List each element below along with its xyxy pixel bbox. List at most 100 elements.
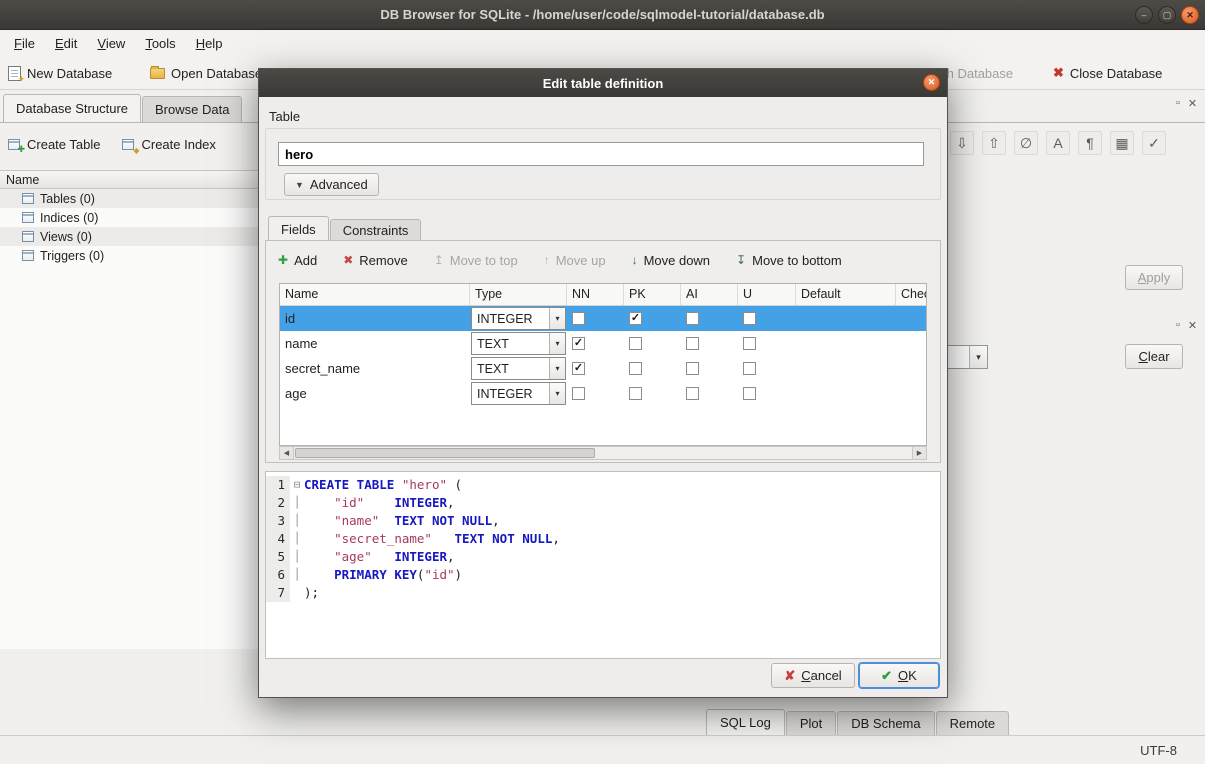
tab-browse-data[interactable]: Browse Data <box>142 96 242 122</box>
table-name-input[interactable] <box>278 142 924 166</box>
tree-header-label: Name <box>6 173 39 187</box>
new-database-label: New Database <box>27 66 112 81</box>
create-index-label: Create Index <box>141 137 215 152</box>
new-database-button[interactable]: New Database <box>8 61 112 85</box>
fold-marker-icon: │ <box>290 512 304 530</box>
bottom-tab-bar: SQL LogPlotDB SchemaRemote <box>0 708 1205 735</box>
dialog-tab-constraints[interactable]: Constraints <box>330 219 422 241</box>
fold-marker-icon: │ <box>290 494 304 512</box>
scroll-left-icon[interactable]: ◀ <box>280 447 294 459</box>
move-to-top-button: ↥Move to top <box>434 253 518 268</box>
column-header-name[interactable]: Name <box>280 284 470 305</box>
open-database-button[interactable]: Open Database <box>150 61 262 85</box>
tab-sql-log[interactable]: SQL Log <box>706 709 785 735</box>
encoding-indicator[interactable]: UTF-8 <box>1140 743 1177 758</box>
scroll-right-icon[interactable]: ▶ <box>912 447 926 459</box>
remove-icon: ✖ <box>343 254 353 266</box>
pk-checkbox[interactable] <box>629 337 642 350</box>
type-value: TEXT <box>477 362 509 376</box>
menu-help[interactable]: Help <box>186 33 233 54</box>
dock-float-icon[interactable]: ▫ <box>1176 319 1180 332</box>
field-row[interactable]: ageINTEGER▾ <box>280 381 926 406</box>
column-header-u[interactable]: U <box>738 284 796 305</box>
add-button[interactable]: ✚Add <box>278 253 317 268</box>
apply-button[interactable]: Apply <box>1125 265 1183 290</box>
create-index-icon <box>122 139 134 150</box>
tab-db-schema[interactable]: DB Schema <box>837 711 934 735</box>
field-row[interactable]: idINTEGER▾✓ <box>280 306 926 331</box>
menu-tools[interactable]: Tools <box>135 33 185 54</box>
create-index-button[interactable]: Create Index <box>122 131 215 157</box>
menu-file[interactable]: File <box>4 33 45 54</box>
dialog-tab-fields[interactable]: Fields <box>268 216 329 241</box>
u-checkbox[interactable] <box>743 312 756 325</box>
dock-close-icon[interactable]: ✕ <box>1188 97 1197 110</box>
field-name-cell: name <box>280 331 470 356</box>
add-icon: ✚ <box>278 254 288 266</box>
u-checkbox[interactable] <box>743 337 756 350</box>
menu-edit[interactable]: Edit <box>45 33 87 54</box>
tab-remote[interactable]: Remote <box>936 711 1010 735</box>
column-header-pk[interactable]: PK <box>624 284 681 305</box>
pk-checkbox[interactable] <box>629 362 642 375</box>
close-button[interactable]: ✕ <box>1181 6 1199 24</box>
dialog-title: Edit table definition <box>543 76 664 91</box>
column-header-default[interactable]: Default <box>796 284 896 305</box>
ai-cell <box>681 381 738 406</box>
advanced-toggle-button[interactable]: ▼ Advanced <box>284 173 379 196</box>
dialog-close-button[interactable]: ✕ <box>923 74 940 91</box>
cancel-button[interactable]: ✘ Cancel <box>771 663 855 688</box>
close-database-button[interactable]: ✖ Close Database <box>1053 61 1162 85</box>
sql-line: 4│ "secret_name" TEXT NOT NULL, <box>266 530 940 548</box>
dock-close-icon[interactable]: ✕ <box>1188 319 1197 332</box>
minimize-icon: – <box>1141 10 1146 20</box>
move-down-button[interactable]: ↓Move down <box>632 253 710 268</box>
grid-header-row: NameTypeNNPKAIUDefaultCheck <box>280 284 926 306</box>
column-header-nn[interactable]: NN <box>567 284 624 305</box>
fold-marker-icon: │ <box>290 566 304 584</box>
pk-checkbox[interactable]: ✓ <box>629 312 642 325</box>
column-header-ai[interactable]: AI <box>681 284 738 305</box>
column-header-type[interactable]: Type <box>470 284 567 305</box>
pk-cell <box>624 331 681 356</box>
fold-marker-icon[interactable]: ⊟ <box>290 476 304 494</box>
maximize-button[interactable]: ▢ <box>1158 6 1176 24</box>
u-checkbox[interactable] <box>743 387 756 400</box>
ai-checkbox[interactable] <box>686 312 699 325</box>
field-row[interactable]: nameTEXT▾ ✓ <box>280 331 926 356</box>
type-dropdown[interactable]: TEXT▾ <box>471 332 566 355</box>
type-dropdown[interactable]: INTEGER▾ <box>471 382 566 405</box>
ai-checkbox[interactable] <box>686 337 699 350</box>
open-database-label: Open Database <box>171 66 262 81</box>
nn-checkbox[interactable] <box>572 387 585 400</box>
nn-checkbox[interactable] <box>572 312 585 325</box>
ok-button[interactable]: ✔ OK <box>859 663 939 688</box>
horizontal-scrollbar[interactable]: ◀ ▶ <box>279 446 927 460</box>
tab-plot[interactable]: Plot <box>786 711 836 735</box>
ai-checkbox[interactable] <box>686 387 699 400</box>
scrollbar-thumb[interactable] <box>295 448 595 458</box>
dock-float-icon[interactable]: ▫ <box>1176 97 1180 110</box>
type-dropdown[interactable]: TEXT▾ <box>471 357 566 380</box>
tab-database-structure[interactable]: Database Structure <box>3 94 141 122</box>
pk-cell <box>624 356 681 381</box>
ai-checkbox[interactable] <box>686 362 699 375</box>
table-icon <box>22 193 34 204</box>
u-cell <box>738 306 796 331</box>
create-table-button[interactable]: Create Table <box>8 131 100 157</box>
minimize-button[interactable]: – <box>1135 6 1153 24</box>
type-dropdown[interactable]: INTEGER▾ <box>471 307 566 330</box>
move-to-bottom-button[interactable]: ↧Move to bottom <box>736 253 842 268</box>
nn-checkbox[interactable]: ✓ <box>572 337 585 350</box>
import-icon: ⇩ <box>956 135 968 152</box>
sql-preview: 1⊟CREATE TABLE "hero" (2│ "id" INTEGER,3… <box>265 471 941 659</box>
nn-checkbox[interactable]: ✓ <box>572 362 585 375</box>
u-checkbox[interactable] <box>743 362 756 375</box>
menu-view[interactable]: View <box>87 33 135 54</box>
clear-button[interactable]: Clear <box>1125 344 1183 369</box>
pk-checkbox[interactable] <box>629 387 642 400</box>
remove-button[interactable]: ✖Remove <box>343 253 407 268</box>
column-header-check[interactable]: Check <box>896 284 927 305</box>
field-row[interactable]: secret_nameTEXT▾✓ <box>280 356 926 381</box>
advanced-label: Advanced <box>310 177 368 192</box>
